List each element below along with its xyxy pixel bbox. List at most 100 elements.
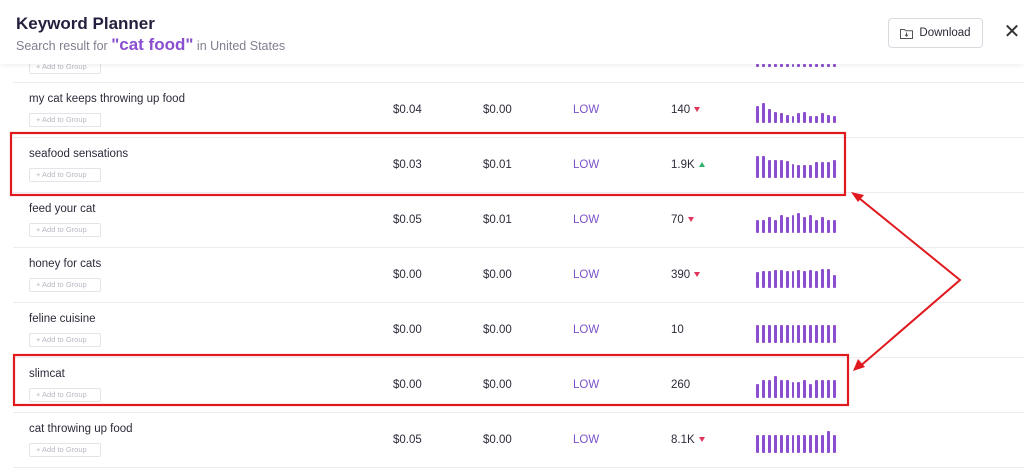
trend-bar <box>767 160 771 178</box>
table-row: slimcat + Add to Group $0.00 $0.00 LOW 260 <box>13 358 1024 413</box>
search-volume: 10 <box>671 324 731 336</box>
trend-bar <box>785 271 789 288</box>
trend-bar <box>785 64 789 67</box>
cpc-low-value: $0.00 <box>483 269 512 281</box>
trend-bar <box>827 325 830 343</box>
search-volume-value: 1.9K <box>671 159 695 171</box>
search-volume: 8.1K <box>671 434 731 446</box>
subtitle-prefix: Search result for <box>16 39 108 53</box>
trend-bar <box>827 269 830 288</box>
search-subtitle: Search result for "cat food" in United S… <box>16 35 285 55</box>
trend-bar <box>779 64 783 67</box>
add-to-group-button[interactable]: + Add to Group <box>29 168 101 182</box>
trend-bar <box>821 435 825 453</box>
trend-bar <box>809 270 813 288</box>
search-volume: 140 <box>671 104 731 116</box>
trend-bar <box>809 116 813 123</box>
trend-bar <box>827 115 830 123</box>
trend-bar <box>761 325 765 343</box>
search-volume: 260 <box>671 379 731 391</box>
search-volume-value: 260 <box>671 379 691 391</box>
trend-bar <box>821 64 825 67</box>
add-to-group-button[interactable]: + Add to Group <box>29 333 101 347</box>
cpc-low-value: $0.01 <box>483 159 512 171</box>
search-volume: 390 <box>671 269 731 281</box>
keyword-text: cat throwing up food <box>29 423 133 435</box>
trend-bar <box>785 435 789 453</box>
trend-bar <box>761 156 765 178</box>
trend-bar <box>827 220 830 233</box>
trend-bar <box>827 431 830 453</box>
folder-download-icon <box>900 28 914 39</box>
trend-bar <box>821 325 825 343</box>
trend-bar <box>791 271 795 288</box>
trend-bar <box>773 160 777 178</box>
competition-value: LOW <box>573 269 600 281</box>
competition-value: LOW <box>573 104 600 116</box>
search-volume-value: 140 <box>671 104 691 116</box>
add-to-group-button[interactable]: + Add to Group <box>29 443 101 457</box>
keyword-table: + Add to Group my cat keeps throwing up f… <box>13 55 1024 468</box>
trend-sparkline <box>756 317 836 343</box>
trend-bar <box>756 325 759 343</box>
trend-bar <box>785 115 789 123</box>
trend-bar <box>767 271 771 288</box>
trend-bar <box>815 325 819 343</box>
trend-bar <box>756 384 759 398</box>
table-row: cat throwing up food + Add to Group $0.05 $… <box>13 413 1024 468</box>
trend-sparkline <box>756 427 836 453</box>
trend-bar <box>773 435 777 453</box>
trend-bar <box>773 220 777 233</box>
cpc-high-value: $0.03 <box>393 159 422 171</box>
trend-bar <box>767 435 771 453</box>
trend-down-icon <box>687 217 694 222</box>
table-row: feed your cat + Add to Group $0.05 $0.01 LOW… <box>13 193 1024 248</box>
search-volume: 1.9K <box>671 159 731 171</box>
close-icon[interactable]: ✕ <box>1002 22 1022 42</box>
trend-bar <box>791 116 795 123</box>
search-volume-value: 70 <box>671 214 684 226</box>
trend-bar <box>761 380 765 398</box>
trend-bar <box>809 384 813 398</box>
table-row: honey for cats + Add to Group $0.00 $0.00 LO… <box>13 248 1024 303</box>
trend-bar <box>832 116 836 123</box>
trend-bar <box>827 162 830 178</box>
competition-value: LOW <box>573 434 600 446</box>
trend-bar <box>815 64 819 67</box>
add-to-group-button[interactable]: + Add to Group <box>29 223 101 237</box>
cpc-low-value: $0.00 <box>483 379 512 391</box>
competition-value: LOW <box>573 159 600 171</box>
trend-bar <box>815 116 819 123</box>
cpc-high-value: $0.00 <box>393 269 422 281</box>
trend-bar <box>821 113 825 123</box>
trend-bar <box>785 325 789 343</box>
trend-bar <box>832 380 836 398</box>
trend-bar <box>779 215 783 233</box>
trend-bar <box>761 220 765 233</box>
trend-bar <box>779 160 783 178</box>
trend-bar <box>832 64 836 67</box>
trend-bar <box>779 270 783 288</box>
download-button[interactable]: Download <box>888 18 983 48</box>
trend-bar <box>797 113 801 123</box>
download-label: Download <box>919 27 971 39</box>
trend-bar <box>809 435 813 453</box>
trend-bar <box>803 271 807 288</box>
trend-bar <box>779 325 783 343</box>
cpc-low-value: $0.00 <box>483 434 512 446</box>
trend-bar <box>767 217 771 233</box>
trend-bar <box>773 64 777 67</box>
keyword-text: my cat keeps throwing up food <box>29 93 185 105</box>
page-title: Keyword Planner <box>16 14 155 33</box>
cpc-high-value: $0.00 <box>393 379 422 391</box>
add-to-group-button[interactable]: + Add to Group <box>29 278 101 292</box>
search-volume-value: 10 <box>671 324 684 336</box>
trend-bar <box>779 435 783 453</box>
trend-bar <box>785 161 789 178</box>
trend-bar <box>773 112 777 123</box>
add-to-group-button[interactable]: + Add to Group <box>29 388 101 402</box>
trend-bar <box>809 64 813 67</box>
add-to-group-button[interactable]: + Add to Group <box>29 113 101 127</box>
trend-bar <box>797 165 801 178</box>
trend-bar <box>773 325 777 343</box>
